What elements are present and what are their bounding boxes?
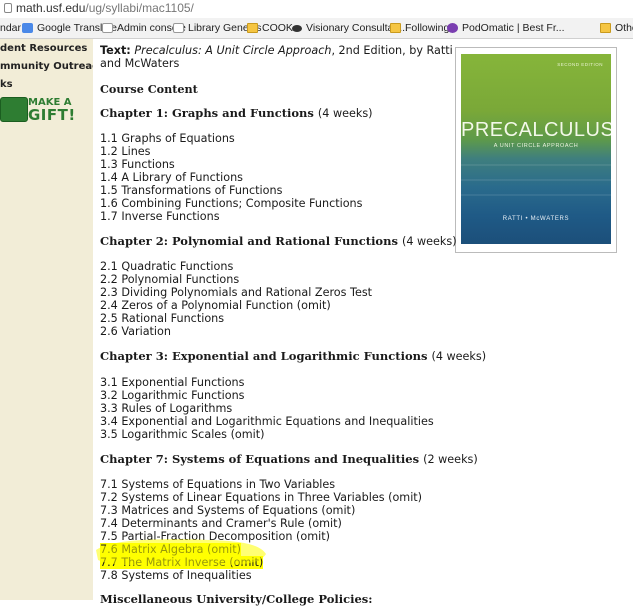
section-item: 2.2 Polynomial Functions [100,273,240,286]
cover-edition: SECOND EDITION [557,62,603,67]
bookmark-label: COOK [262,22,293,34]
sidebar-item-links[interactable]: ks [0,79,13,90]
gift-word-text: GIFT! [28,106,76,124]
chapter-title: Chapter 1: Graphs and Functions [100,106,314,120]
section-item: 2.1 Quadratic Functions [100,260,234,273]
chapter-heading: Chapter 1: Graphs and Functions (4 weeks… [100,106,373,120]
make-a-gift-banner[interactable]: MAKE A GIFT! [0,97,76,124]
section-item: 3.2 Logarithmic Functions [100,389,245,402]
bookmark-label: Following [405,22,450,34]
bookmark-item[interactable]: Following [390,22,449,34]
chapter-heading: Chapter 2: Polynomial and Rational Funct… [100,234,457,248]
bookmark-item[interactable]: ndar [0,22,21,34]
section-item: 1.2 Lines [100,145,151,158]
sidebar-item-student-resources[interactable]: dent Resources [0,43,87,54]
textbook-line: Text: Precalculus: A Unit Circle Approac… [100,44,453,57]
gift-logo-icon [0,97,28,122]
section-item: 7.3 Matrices and Systems of Equations (o… [100,504,356,517]
cover-title: PRECALCULUS [461,119,611,141]
url-text[interactable]: math.usf.edu/ug/syllabi/mac1105/ [16,1,194,15]
section-item: 3.5 Logarithmic Scales (omit) [100,428,265,441]
section-item: 2.5 Rational Functions [100,312,225,325]
url-path: /ug/syllabi/mac1105/ [85,1,194,15]
chapter-duration: (4 weeks) [431,350,487,363]
chapter-duration: (2 weeks) [423,453,478,466]
highlighted-text: 7.6 Matrix Algebra (omit) [100,543,241,556]
cover-subtitle: A UNIT CIRCLE APPROACH [493,143,579,149]
page-info-icon[interactable] [4,3,12,13]
page-icon [173,23,184,33]
left-sidebar: dent Resources mmunity Outreach ks MAKE … [0,39,105,600]
textbook-authors: and McWaters [100,57,180,70]
textbook-title: Precalculus: A Unit Circle Approach [134,44,332,57]
section-item: 2.3 Dividing Polynomials and Rational Ze… [100,286,373,299]
folder-icon [247,23,258,33]
chapter-duration: (4 weeks) [317,107,373,120]
bookmark-item[interactable]: COOK [247,22,293,34]
folder-icon [390,23,401,33]
section-item: 1.3 Functions [100,158,175,171]
textbook-cover-frame: SECOND EDITION PRECALCULUS A UNIT CIRCLE… [455,47,617,253]
chapter-heading: Chapter 7: Systems of Equations and Ineq… [100,452,478,466]
section-item: 7.5 Partial-Fraction Decomposition (omit… [100,530,330,543]
section-item: 1.5 Transformations of Functions [100,184,283,197]
section-item-highlighted: 7.6 Matrix Algebra (omit) [100,543,241,556]
chapter-title: Chapter 2: Polynomial and Rational Funct… [100,234,398,248]
bookmark-label: PodOmatic | Best Fr... [462,22,565,34]
text-label: Text: [100,44,131,57]
section-item: 1.1 Graphs of Equations [100,132,235,145]
section-item: 3.3 Rules of Logarithms [100,402,233,415]
folder-icon [600,23,611,33]
address-bar[interactable]: math.usf.edu/ug/syllabi/mac1105/ [0,0,633,18]
section-item: 1.6 Combining Functions; Composite Funct… [100,197,363,210]
section-item: 1.4 A Library of Functions [100,171,243,184]
section-item: 1.7 Inverse Functions [100,210,220,223]
textbook-cover-image: SECOND EDITION PRECALCULUS A UNIT CIRCLE… [461,54,611,244]
podomatic-icon [447,23,458,33]
section-item: 7.2 Systems of Linear Equations in Three… [100,491,423,504]
syllabus-content: SECOND EDITION PRECALCULUS A UNIT CIRCLE… [93,39,633,606]
bookmark-item[interactable]: Othe [600,22,633,34]
sidebar-item-community-outreach[interactable]: mmunity Outreach [0,61,105,72]
chapter-title: Chapter 7: Systems of Equations and Ineq… [100,452,420,466]
policies-heading: Miscellaneous University/College Policie… [100,592,373,606]
section-item: 7.8 Systems of Inequalities [100,569,252,582]
section-item: 3.4 Exponential and Logarithmic Equation… [100,415,434,428]
bookmark-label: ndar [0,22,22,34]
chapter-heading: Chapter 3: Exponential and Logarithmic F… [100,349,486,363]
section-item: 7.4 Determinants and Cramer's Rule (omit… [100,517,342,530]
section-item: 7.1 Systems of Equations in Two Variable… [100,478,336,491]
section-item: 3.1 Exponential Functions [100,376,245,389]
bookmark-label: Othe [615,22,633,34]
eye-icon [292,24,302,32]
section-item: 2.6 Variation [100,325,171,338]
url-host: math.usf.edu [16,1,86,15]
chapter-title: Chapter 3: Exponential and Logarithmic F… [100,349,428,363]
cover-authors: RATTI • McWATERS [502,216,570,222]
highlighted-text: 7.7 The Matrix Inverse (omit) [100,556,264,569]
page-icon [102,23,113,33]
section-item: 2.4 Zeros of a Polynomial Function (omit… [100,299,331,312]
chapter-duration: (4 weeks) [401,235,457,248]
google-translate-icon [22,23,33,33]
bookmarks-bar: ndar Google Translate Admin console Libr… [0,18,633,39]
course-content-heading: Course Content [100,82,198,96]
textbook-edition: , 2nd Edition, by Ratti [331,44,453,57]
section-item-highlighted: 7.7 The Matrix Inverse (omit) [100,556,264,569]
bookmark-item[interactable]: PodOmatic | Best Fr... [447,22,565,34]
